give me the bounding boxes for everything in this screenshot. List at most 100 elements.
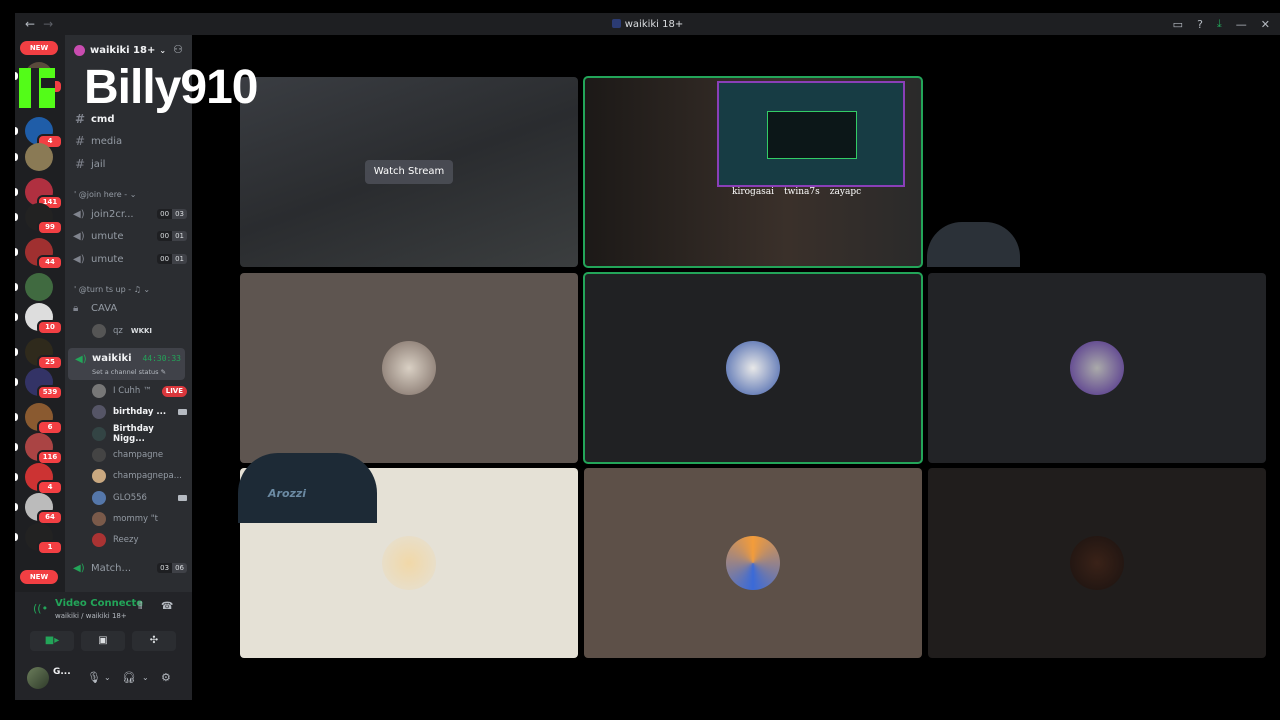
- member-tag: WKKI: [130, 327, 153, 335]
- username[interactable]: G...: [53, 667, 71, 677]
- history-nav: ← →: [25, 17, 53, 31]
- server-icon: [611, 18, 621, 28]
- voice-member[interactable]: champagne: [92, 446, 187, 464]
- chevron-down-icon[interactable]: ⌄: [104, 673, 111, 682]
- chair-decoration: [927, 222, 1020, 267]
- unread-indicator: [15, 313, 18, 321]
- active-voice-channel[interactable]: ◀) waikiki 44:30:33 Set a channel status…: [68, 348, 185, 380]
- voice-member[interactable]: Birthday Nigg...: [92, 424, 187, 444]
- close-button[interactable]: ✕: [1261, 18, 1270, 31]
- noise-suppression-icon[interactable]: ⦀: [138, 601, 142, 612]
- voice-member[interactable]: qz WKKI: [92, 322, 187, 340]
- avatar: [726, 536, 780, 590]
- unread-indicator: [15, 153, 18, 161]
- stream-tile[interactable]: Watch Stream: [240, 77, 578, 267]
- category-label: ' @turn ts up -: [74, 285, 132, 294]
- add-member-icon[interactable]: ⚇: [173, 43, 183, 56]
- count-current: 03: [157, 563, 173, 573]
- back-arrow-icon[interactable]: ←: [25, 17, 35, 31]
- help-icon[interactable]: ?: [1197, 18, 1203, 31]
- video-tile[interactable]: [584, 468, 922, 658]
- guild-name: waikiki 18+: [90, 44, 156, 56]
- inbox-icon[interactable]: ▭: [1173, 18, 1183, 31]
- unread-indicator: [15, 188, 18, 196]
- instagram-handle: kirogasai: [732, 187, 775, 197]
- voice-channel[interactable]: ◀) join2cr... 00 03: [73, 204, 187, 224]
- unread-indicator: [15, 503, 18, 511]
- video-tile-speaking[interactable]: [583, 76, 923, 268]
- locked-voice-channel[interactable]: 🔒︎ CAVA: [73, 298, 187, 318]
- server-icon[interactable]: [25, 273, 53, 301]
- channel-label: Match...: [91, 562, 132, 574]
- avatar: [92, 512, 106, 526]
- unread-indicator: [15, 533, 18, 541]
- category-join-here[interactable]: ' @join here - ⌄: [74, 190, 136, 199]
- count-limit: 01: [172, 254, 187, 264]
- server-icon[interactable]: [25, 143, 53, 171]
- count-current: 00: [157, 254, 173, 264]
- channel-jail[interactable]: # jail: [73, 154, 187, 174]
- video-tile[interactable]: [928, 468, 1266, 658]
- download-icon[interactable]: ⤓: [1217, 17, 1222, 31]
- user-count: 00 01: [157, 254, 187, 264]
- video-tile[interactable]: [240, 273, 578, 463]
- microphone-icon[interactable]: 🎙︎: [87, 671, 101, 684]
- voice-member[interactable]: GLO556: [92, 489, 187, 507]
- camera-icon: ■▸: [44, 635, 60, 646]
- voice-member[interactable]: I Cuhh ™ LIVE: [92, 382, 187, 400]
- watch-stream-button[interactable]: Watch Stream: [365, 160, 453, 184]
- video-tile[interactable]: [928, 273, 1266, 463]
- channel-media[interactable]: # media: [73, 131, 187, 151]
- camera-icon: [178, 409, 187, 415]
- voice-channel[interactable]: ◀) umute 00 01: [73, 226, 187, 246]
- screen-share-button[interactable]: ▣: [81, 631, 125, 651]
- member-name: qz: [113, 326, 123, 336]
- mention-badge: 539: [37, 385, 63, 400]
- camera-button[interactable]: ■▸: [30, 631, 74, 651]
- voice-member[interactable]: mommy "t: [92, 510, 187, 528]
- voice-status[interactable]: Video Connecte: [55, 598, 143, 609]
- member-name: I Cuhh ™: [113, 386, 152, 396]
- member-name: champagne: [113, 450, 164, 460]
- channel-label: cmd: [91, 113, 115, 125]
- video-tile-speaking[interactable]: [583, 272, 923, 464]
- voice-member[interactable]: champagnepa...: [92, 467, 187, 485]
- window-title: waikiki 18+: [15, 18, 1280, 30]
- lock-icon: 🔒︎: [73, 302, 79, 314]
- voice-channel[interactable]: ◀) umute 00 01: [73, 249, 187, 269]
- disconnect-icon[interactable]: ☎: [161, 601, 173, 612]
- speaker-icon: ◀): [73, 208, 85, 220]
- channel-status[interactable]: Set a channel status ✎: [92, 368, 166, 376]
- channel-label: media: [91, 135, 123, 147]
- gear-icon[interactable]: ⚙: [161, 671, 171, 684]
- window-title-text: waikiki 18+: [624, 18, 684, 30]
- headphones-icon[interactable]: 🎧︎: [122, 671, 136, 684]
- avatar[interactable]: [27, 667, 49, 689]
- title-bar: ← → waikiki 18+ ▭ ? ⤓ — ✕: [15, 13, 1280, 35]
- forward-arrow-icon[interactable]: →: [43, 17, 53, 31]
- channel-label: umute: [91, 253, 124, 265]
- voice-channel-match[interactable]: ◀) Match... 03 06: [73, 558, 187, 578]
- chevron-down-icon: ⌄: [129, 190, 137, 199]
- speaker-icon: ◀): [73, 253, 85, 265]
- avatar: [92, 405, 106, 419]
- count-limit: 06: [172, 563, 187, 573]
- unread-indicator: [15, 72, 18, 80]
- voice-member[interactable]: birthday ...: [92, 403, 187, 421]
- chevron-down-icon[interactable]: ⌄: [142, 673, 149, 682]
- voice-member[interactable]: Reezy: [92, 531, 187, 549]
- speaker-icon: ◀): [75, 354, 87, 365]
- headphones-icon: ♫: [133, 285, 141, 294]
- chevron-down-icon: ⌄: [159, 45, 167, 55]
- voice-status-panel: ((• Video Connecte waikiki / waikiki 18+…: [15, 592, 192, 659]
- chair-decoration: Arozzi: [238, 453, 377, 523]
- channel-timer: 44:30:33: [142, 354, 181, 363]
- live-badge: LIVE: [161, 385, 187, 397]
- avatar: [382, 341, 436, 395]
- channel-label: CAVA: [91, 302, 118, 314]
- minimize-button[interactable]: —: [1236, 18, 1247, 31]
- speaker-icon: ◀): [73, 230, 85, 242]
- voice-location[interactable]: waikiki / waikiki 18+: [55, 612, 127, 620]
- activities-button[interactable]: ✣: [132, 631, 176, 651]
- category-turn-up[interactable]: ' @turn ts up - ♫ ⌄: [74, 285, 150, 294]
